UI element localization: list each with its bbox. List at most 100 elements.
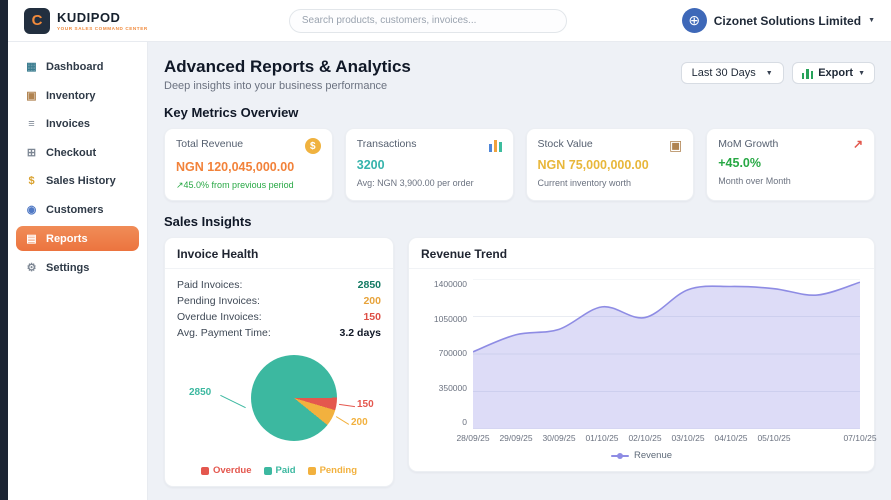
app-logo[interactable]: C KUDIPOD YOUR SALES COMMAND CENTER [24, 7, 174, 34]
export-chart-icon [801, 67, 814, 79]
inventory-box-icon: ▣ [26, 90, 37, 102]
sidebar-item-invoices[interactable]: ≡ Invoices [16, 112, 139, 136]
sidebar-item-label: Reports [46, 232, 88, 245]
money-bag-icon: $ [304, 138, 321, 154]
invoice-health-row: Pending Invoices: 200 [177, 293, 381, 309]
window-edge [0, 0, 8, 500]
revenue-trend-panel: Revenue Trend 1400000 1050000 700000 350000… [408, 237, 877, 472]
metric-value: NGN 75,000,000.00 [537, 158, 649, 172]
box-icon: ▣ [669, 137, 683, 153]
chevron-down-icon: ▼ [858, 69, 865, 77]
export-button[interactable]: Export ▼ [791, 62, 875, 84]
row-value: 150 [363, 311, 381, 323]
metric-card-transactions: Transactions 3200 Avg: NGN 3,900.00 per … [344, 128, 514, 201]
revenue-x-axis: 28/09/25 29/09/25 30/09/25 01/10/25 02/10/25… [456, 433, 876, 445]
legend-item-overdue: Overdue [200, 465, 252, 476]
date-range-select[interactable]: Last 30 Days ▼ [680, 62, 784, 84]
sidebar-item-label: Sales History [46, 175, 116, 187]
row-value: 200 [363, 295, 381, 307]
row-value: 3.2 days [339, 327, 381, 339]
revenue-trend-title: Revenue Trend [409, 238, 874, 269]
y-tick-label: 700000 [438, 348, 467, 358]
legend-swatch [307, 466, 316, 475]
pie-label-pending: 200 [351, 417, 368, 428]
legend-swatch [200, 466, 209, 475]
pie-leader-line [220, 394, 246, 409]
sales-insights-heading: Sales Insights [164, 214, 252, 229]
metric-label: MoM Growth [718, 138, 779, 150]
date-range-value: Last 30 Days [691, 67, 756, 79]
account-name: Cizonet Solutions Limited [713, 13, 862, 28]
metric-label: Total Revenue [176, 138, 244, 150]
export-label: Export [818, 67, 854, 79]
metric-value: +45.0% [718, 156, 761, 170]
chevron-down-icon: ▼ [868, 17, 875, 24]
row-value: 2850 [357, 279, 381, 291]
people-icon: ◉ [26, 204, 37, 216]
invoice-health-row: Overdue Invoices: 150 [177, 309, 381, 325]
page-title: Advanced Reports & Analytics [164, 57, 411, 76]
sidebar-item-label: Customers [46, 203, 104, 216]
x-tick-label: 07/10/25 [843, 433, 877, 443]
sidebar-item-sales-history[interactable]: $ Sales History [16, 169, 139, 193]
metric-card-stock-value: Stock Value ▣ NGN 75,000,000.00 Current … [525, 128, 695, 201]
account-menu[interactable]: ⊕ Cizonet Solutions Limited ▼ [681, 8, 875, 33]
sidebar-item-label: Checkout [46, 146, 97, 159]
sidebar-item-inventory[interactable]: ▣ Inventory [16, 83, 139, 108]
invoice-health-pie [251, 355, 337, 441]
pie-legend: Overdue Paid Pending [177, 461, 381, 486]
invoice-health-pie-area: 2850 150 200 [177, 347, 381, 461]
revenue-plot [473, 279, 860, 429]
legend-swatch [263, 466, 272, 475]
legend-label: Pending [319, 465, 358, 476]
x-tick-label: 29/09/25 [499, 433, 533, 443]
logo-tagline: YOUR SALES COMMAND CENTER [57, 25, 148, 31]
metric-value: NGN 120,045,000.00 [176, 160, 295, 174]
sidebar-item-reports[interactable]: ▤ Reports [16, 226, 139, 251]
x-tick-label: 03/10/25 [671, 433, 705, 443]
x-tick-label: 28/09/25 [456, 433, 490, 443]
legend-label: Overdue [212, 465, 252, 476]
calculator-icon: ⊞ [26, 147, 37, 159]
x-tick-label: 30/09/25 [542, 433, 576, 443]
legend-label: Paid [275, 465, 296, 476]
key-metrics-heading: Key Metrics Overview [164, 105, 299, 120]
legend-item-paid: Paid [263, 465, 296, 476]
invoice-lines-icon: ≡ [28, 118, 35, 130]
row-label: Avg. Payment Time: [177, 327, 271, 339]
sidebar-item-label: Dashboard [46, 60, 104, 73]
account-avatar: ⊕ [681, 8, 707, 33]
y-tick-label: 0 [462, 417, 467, 427]
invoice-health-row: Avg. Payment Time: 3.2 days [177, 325, 381, 341]
x-tick-label: 05/10/25 [757, 433, 791, 443]
pie-leader-line [339, 403, 355, 408]
metric-card-total-revenue: Total Revenue $ NGN 120,045,000.00 ↗45.0… [164, 128, 333, 201]
sidebar-item-checkout[interactable]: ⊞ Checkout [16, 140, 139, 165]
sidebar-item-label: Settings [46, 261, 90, 274]
bar-chart-icon [488, 138, 502, 152]
line-marker-icon [610, 452, 629, 459]
money-bag-icon: $ [28, 175, 35, 187]
revenue-y-axis: 1400000 1050000 700000 350000 0 [423, 279, 467, 429]
x-tick-label: 04/10/25 [714, 433, 748, 443]
metric-subtext: Current inventory worth [537, 178, 632, 188]
metric-subtext: Month over Month [718, 176, 791, 186]
x-tick-label: 01/10/25 [585, 433, 619, 443]
metric-label: Stock Value [537, 138, 593, 150]
row-label: Paid Invoices: [177, 279, 243, 291]
gear-icon: ⚙ [26, 262, 37, 274]
y-tick-label: 350000 [438, 382, 467, 393]
invoice-health-title: Invoice Health [165, 238, 393, 269]
sidebar-item-settings[interactable]: ⚙ Settings [16, 255, 139, 280]
sidebar: ▦ Dashboard ▣ Inventory ≡ Invoices ⊞ Che… [8, 42, 148, 500]
sidebar-item-dashboard[interactable]: ▦ Dashboard [16, 54, 139, 79]
y-tick-label: 1400000 [433, 279, 467, 289]
top-bar: C KUDIPOD YOUR SALES COMMAND CENTER ⊕ Ci… [8, 0, 891, 42]
legend-item-pending: Pending [307, 465, 358, 476]
legend-label: Revenue [633, 450, 673, 461]
sidebar-item-label: Inventory [46, 89, 96, 102]
sidebar-item-customers[interactable]: ◉ Customers [16, 197, 139, 222]
search-input[interactable] [288, 8, 567, 33]
pie-label-overdue: 150 [357, 399, 374, 410]
main-content: Advanced Reports & Analytics Deep insigh… [148, 42, 891, 500]
